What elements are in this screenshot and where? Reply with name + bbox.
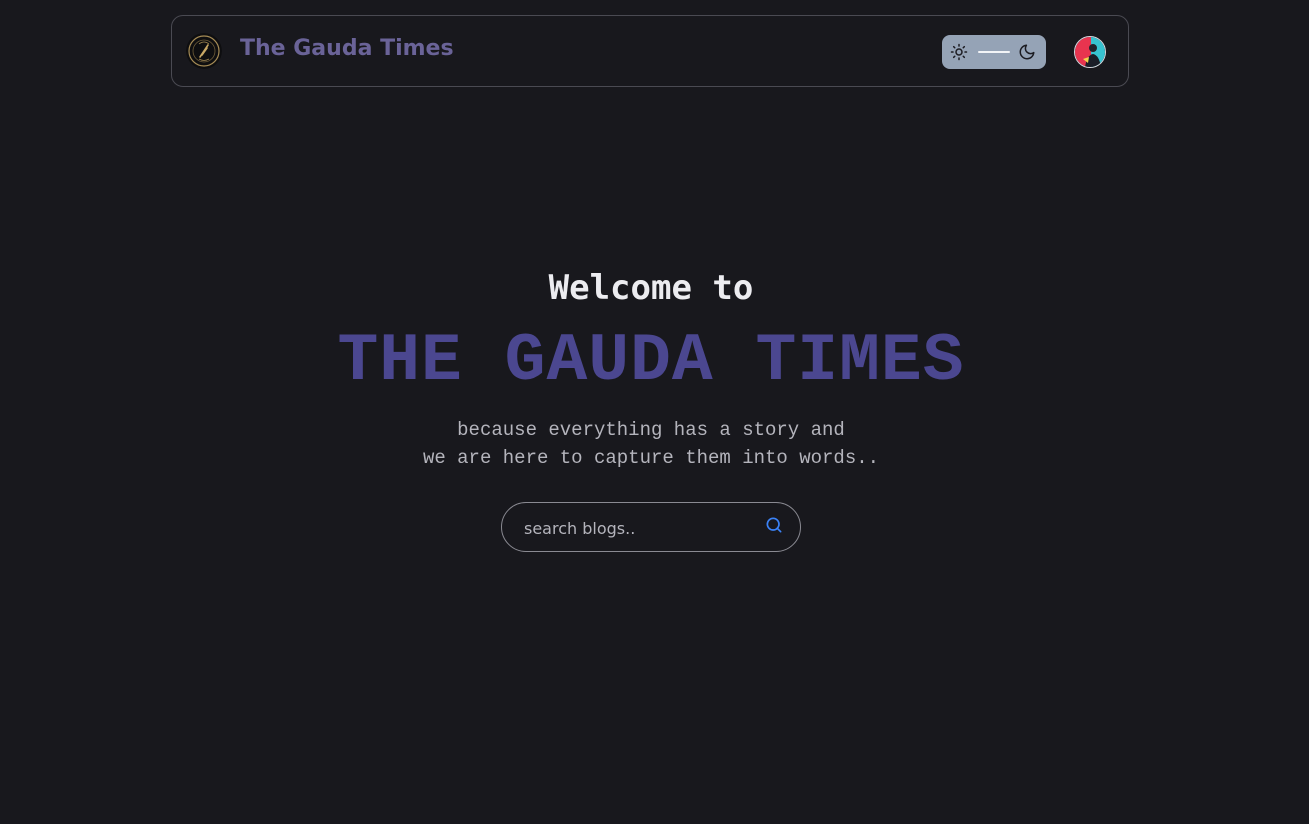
tagline-line-1: because everything has a story and [457,419,845,441]
brand-name[interactable]: The Gauda Times [240,36,454,61]
toggle-track [978,51,1010,53]
tagline: because everything has a story and we ar… [0,416,1302,472]
user-avatar[interactable] [1074,36,1106,68]
newspaper-seal-logo-icon [186,33,222,69]
site-title: THE GAUDA TIMES [337,323,965,400]
search-bar [501,502,801,552]
welcome-heading: Welcome to [548,268,754,308]
search-input[interactable] [522,515,748,541]
search-icon[interactable] [764,515,786,537]
moon-icon[interactable] [1018,43,1036,65]
theme-toggle[interactable] [942,35,1046,69]
site-logo[interactable] [186,33,222,69]
avatar-image-icon [1075,37,1105,67]
hero-section: Welcome to THE GAUDA TIMES because every… [0,262,1302,472]
sun-icon[interactable] [950,43,968,65]
tagline-line-2: we are here to capture them into words.. [422,447,880,469]
navbar: The Gauda Times [171,15,1129,87]
